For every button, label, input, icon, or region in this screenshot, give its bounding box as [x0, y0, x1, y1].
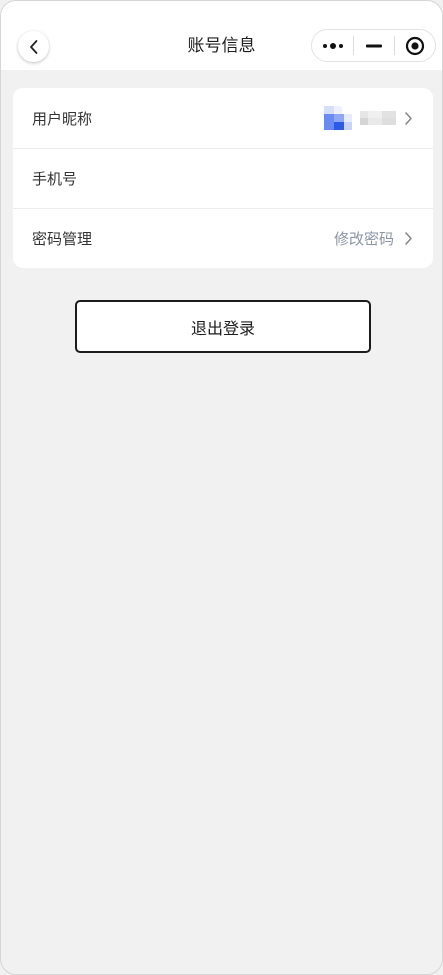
minimize-icon	[365, 44, 382, 48]
row-right	[324, 106, 413, 130]
row-password[interactable]: 密码管理 修改密码	[13, 208, 433, 268]
target-close-icon	[405, 36, 425, 56]
more-button[interactable]	[312, 30, 353, 61]
row-label: 手机号	[32, 170, 78, 188]
minimize-button[interactable]	[354, 30, 393, 61]
chevron-right-icon	[404, 111, 413, 126]
account-info-card: 用户昵称 手机号 密码管理 修改密码	[13, 88, 433, 268]
row-label: 用户昵称	[32, 109, 93, 128]
chevron-right-icon	[404, 231, 413, 246]
mini-program-capsule	[311, 29, 436, 62]
row-right: 修改密码	[334, 228, 413, 249]
logout-button[interactable]: 退出登录	[75, 300, 371, 353]
nickname-blurred	[360, 111, 396, 125]
more-dots-icon	[322, 42, 344, 50]
row-phone[interactable]: 手机号	[13, 148, 433, 208]
row-label: 密码管理	[32, 230, 93, 248]
app-frame: 账号信息 用户昵称 手机号 密码管理 修改密码 退出登录	[0, 0, 443, 975]
navigation-bar: 账号信息	[1, 1, 442, 70]
change-password-link[interactable]: 修改密码	[334, 228, 394, 249]
row-nickname[interactable]: 用户昵称	[13, 88, 433, 148]
close-button[interactable]	[395, 30, 435, 61]
avatar	[324, 106, 354, 130]
